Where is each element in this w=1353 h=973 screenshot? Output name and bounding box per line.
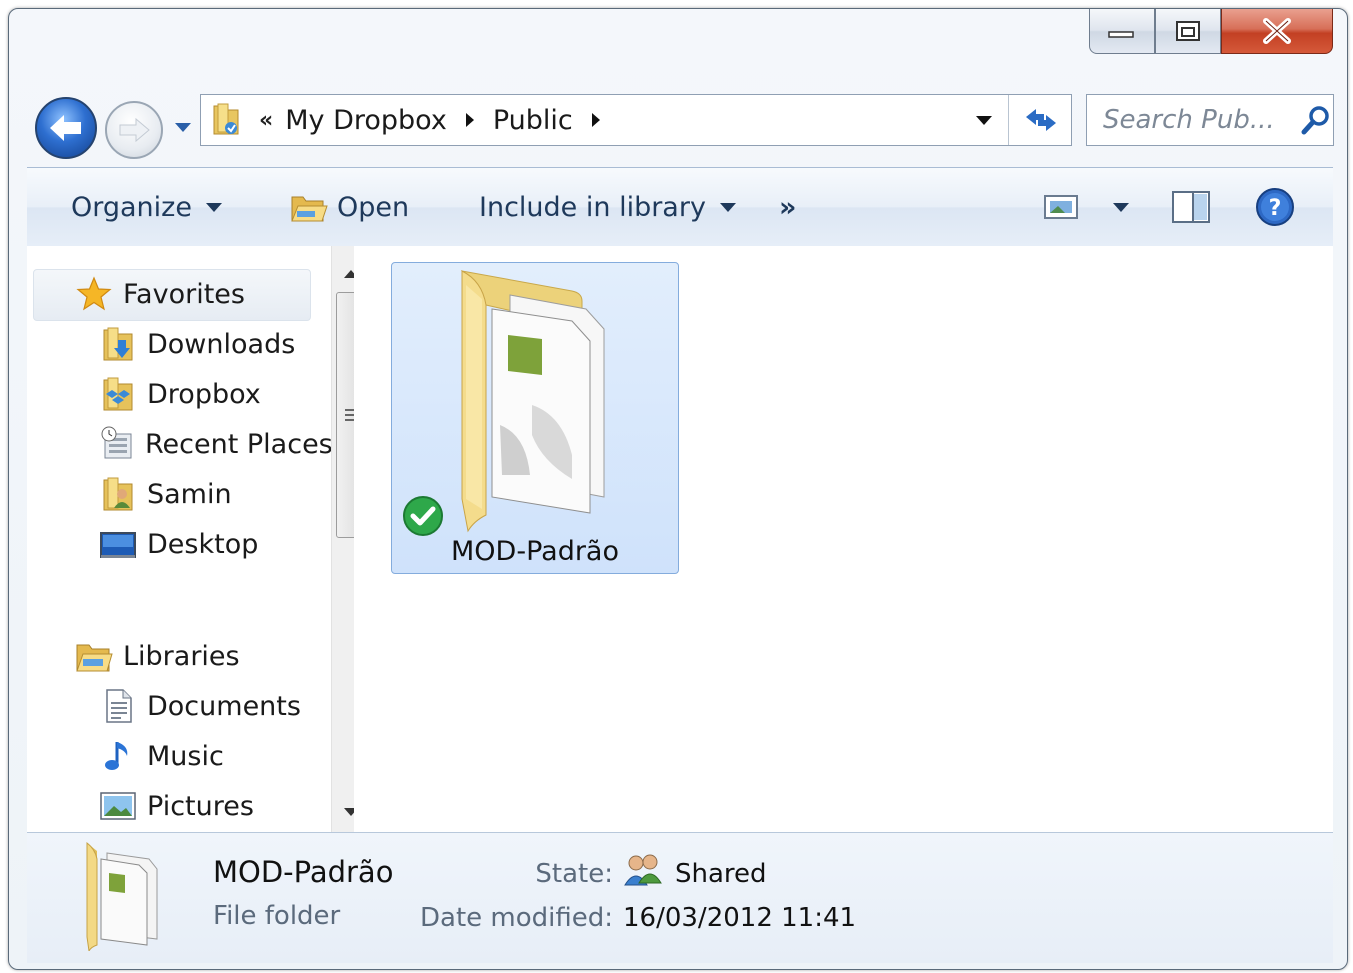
details-date-value: 16/03/2012 11:41: [623, 903, 857, 933]
organize-button[interactable]: Organize: [71, 168, 222, 246]
preview-pane-icon: [1172, 191, 1210, 223]
dropbox-icon: [99, 375, 137, 413]
breadcrumb-separator-icon[interactable]: [591, 112, 601, 128]
open-button[interactable]: Open: [289, 168, 409, 246]
details-state-value: Shared: [675, 859, 767, 889]
file-list: MOD-Padrão: [354, 246, 1333, 832]
chevron-down-icon: [175, 123, 191, 132]
nav-favorites-label: Favorites: [123, 278, 245, 310]
nav-documents-label: Documents: [147, 690, 301, 722]
shared-users-icon: [624, 854, 662, 886]
recent-places-icon: [99, 425, 135, 463]
dropbox-folder-icon: [213, 103, 239, 135]
nav-dropbox[interactable]: Dropbox: [99, 370, 261, 418]
nav-desktop[interactable]: Desktop: [99, 520, 258, 568]
details-date-label: Date modified:: [419, 903, 613, 933]
search-box: [1086, 94, 1334, 146]
explorer-window: « My Dropbox Public Organize: [8, 8, 1348, 970]
chevron-down-icon: [205, 202, 222, 212]
search-input[interactable]: [1101, 104, 1285, 136]
downloads-folder-icon: [99, 325, 137, 363]
search-icon[interactable]: [1299, 103, 1333, 137]
chevron-down-icon: [719, 202, 736, 212]
help-icon: ?: [1256, 188, 1294, 226]
maximize-icon: [1176, 21, 1200, 41]
nav-dropbox-label: Dropbox: [147, 378, 261, 410]
breadcrumb-public[interactable]: Public: [493, 105, 573, 136]
nav-recent-places-label: Recent Places: [145, 428, 331, 460]
folder-item-label: MOD-Padrão: [451, 536, 619, 567]
nav-desktop-label: Desktop: [147, 528, 259, 560]
nav-samin-label: Samin: [147, 478, 232, 510]
organize-label: Organize: [71, 191, 192, 223]
svg-text:?: ?: [1269, 196, 1282, 221]
breadcrumb-overflow-chevron[interactable]: «: [259, 108, 273, 133]
arrow-right-icon: [119, 117, 150, 143]
music-icon: [99, 737, 137, 775]
details-pane: MOD-Padrão File folder State: Shared Dat…: [27, 832, 1333, 963]
view-icon: [1044, 195, 1078, 219]
include-in-library-button[interactable]: Include in library: [479, 168, 736, 246]
refresh-icon: [1026, 109, 1056, 131]
breadcrumb-separator-icon[interactable]: [465, 112, 475, 128]
nav-recent-places[interactable]: Recent Places: [99, 420, 331, 468]
preview-pane-button[interactable]: [1171, 168, 1211, 246]
chevron-down-icon: [976, 116, 992, 125]
breadcrumb-my-dropbox[interactable]: My Dropbox: [285, 105, 447, 136]
folder-item[interactable]: MOD-Padrão: [391, 262, 679, 574]
more-commands-label: »: [779, 191, 797, 223]
nav-pictures-label: Pictures: [147, 790, 254, 822]
arrow-left-icon: [50, 115, 81, 141]
nav-music[interactable]: Music: [99, 732, 224, 780]
open-label: Open: [337, 191, 410, 223]
nav-pictures[interactable]: Pictures: [99, 782, 254, 830]
star-icon: [75, 275, 113, 313]
nav-documents[interactable]: Documents: [99, 682, 301, 730]
help-button[interactable]: ?: [1255, 168, 1295, 246]
nav-samin[interactable]: Samin: [99, 470, 232, 518]
nav-libraries[interactable]: Libraries: [75, 632, 240, 680]
libraries-icon: [75, 637, 113, 675]
nav-favorites[interactable]: Favorites: [75, 270, 245, 318]
documents-icon: [99, 687, 137, 725]
caption-buttons: [1089, 9, 1333, 56]
forward-button[interactable]: [105, 101, 163, 159]
nav-downloads[interactable]: Downloads: [99, 320, 295, 368]
folder-large-icon: [460, 270, 605, 533]
details-item-type: File folder: [213, 901, 341, 931]
address-bar[interactable]: « My Dropbox Public: [200, 94, 1072, 146]
nav-music-label: Music: [147, 740, 224, 772]
view-options-dropdown[interactable]: [1099, 168, 1129, 246]
minimize-button[interactable]: [1089, 9, 1155, 54]
more-commands-button[interactable]: »: [779, 168, 796, 246]
address-history-dropdown[interactable]: [960, 95, 1009, 145]
close-button[interactable]: [1221, 9, 1333, 54]
maximize-button[interactable]: [1155, 9, 1221, 54]
command-bar: Organize Open Include in library » ?: [27, 167, 1333, 247]
open-folder-icon: [291, 196, 328, 222]
chevron-down-icon: [1113, 202, 1129, 212]
details-item-name: MOD-Padrão: [213, 855, 394, 889]
navigation-pane: Favorites Downloads Dropbox Recent Place…: [27, 246, 370, 832]
desktop-icon: [99, 525, 137, 563]
back-button[interactable]: [35, 97, 97, 159]
nav-downloads-label: Downloads: [147, 328, 296, 360]
user-folder-icon: [99, 475, 137, 513]
folder-thumbnail-icon: [86, 841, 158, 951]
pictures-icon: [99, 787, 137, 825]
close-icon: [1263, 18, 1291, 44]
minimize-icon: [1108, 31, 1134, 38]
refresh-button[interactable]: [1011, 95, 1071, 145]
include-in-library-label: Include in library: [479, 191, 706, 223]
sync-check-icon: [403, 496, 443, 536]
nav-libraries-label: Libraries: [123, 640, 240, 672]
recent-pages-dropdown[interactable]: [173, 119, 193, 138]
change-view-button[interactable]: [1043, 168, 1079, 246]
details-state-label: State:: [535, 859, 613, 889]
